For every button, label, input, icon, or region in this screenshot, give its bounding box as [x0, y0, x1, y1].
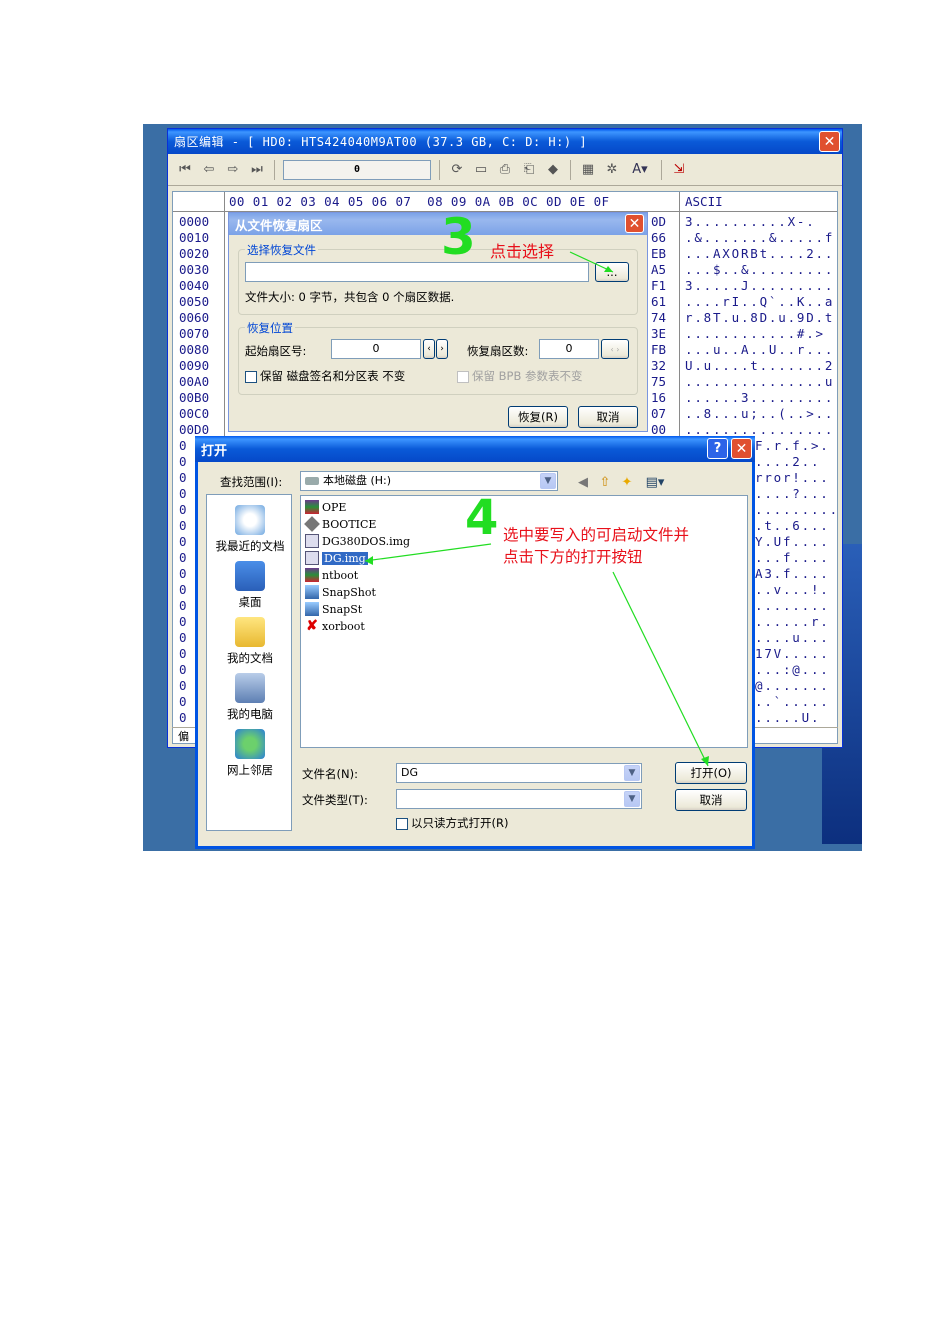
arrow-to-open-button [612, 571, 709, 767]
arrow-to-file [364, 543, 492, 562]
arrow-head [365, 556, 373, 565]
arrow-head [701, 756, 709, 766]
annotation-arrows [364, 251, 709, 767]
desktop-screenshot: 扇区编辑 - [ HD0: HTS424040M9AT00 (37.3 GB, … [143, 124, 862, 851]
